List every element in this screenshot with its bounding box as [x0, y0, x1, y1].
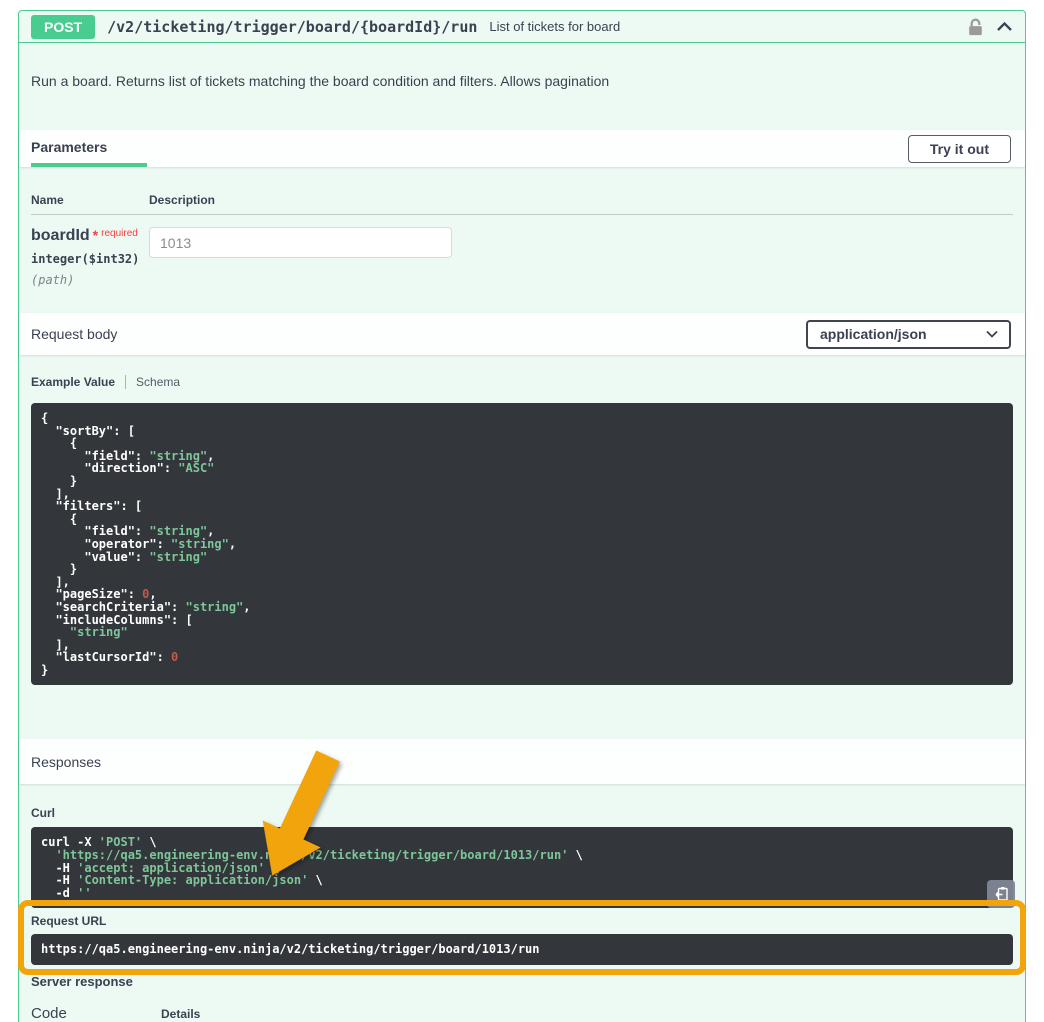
table-row: boardId*required integer($int32) (path): [31, 215, 1013, 287]
parameters-section-header: Parameters Try it out: [19, 130, 1025, 167]
tab-schema[interactable]: Schema: [136, 375, 180, 389]
server-response-label: Server response: [31, 974, 1013, 989]
request-body-title: Request body: [31, 326, 117, 342]
curl-label: Curl: [31, 806, 1013, 820]
column-header-details: Details: [161, 1007, 200, 1021]
endpoint-path[interactable]: /v2/ticketing/trigger/board/{boardId}/ru…: [107, 18, 477, 36]
parameters-title: Parameters: [31, 139, 107, 155]
param-location: (path): [31, 273, 149, 287]
column-header-code: Code: [31, 1005, 161, 1022]
copy-to-clipboard-icon[interactable]: [987, 880, 1015, 908]
responses-title: Responses: [31, 754, 101, 770]
media-type-selected: application/json: [820, 326, 927, 342]
parameters-table: Name Description boardId*required intege…: [19, 167, 1025, 313]
operation-description: Run a board. Returns list of tickets mat…: [19, 43, 1025, 130]
request-body-editor: Example Value Schema { "sortBy": [ { "fi…: [19, 355, 1025, 739]
curl-wrap: curl -X 'POST' \ 'https://qa5.engineerin…: [31, 827, 1013, 908]
try-it-out-button[interactable]: Try it out: [908, 135, 1011, 163]
boardid-input[interactable]: [149, 227, 452, 258]
param-name: boardId: [31, 227, 90, 244]
curl-command-code: curl -X 'POST' \ 'https://qa5.engineerin…: [31, 827, 1013, 908]
media-type-select[interactable]: application/json: [806, 320, 1011, 349]
responses-section-header: Responses: [19, 739, 1025, 784]
operation-block-post: POST /v2/ticketing/trigger/board/{boardI…: [18, 10, 1026, 1022]
column-header-name: Name: [31, 193, 149, 207]
required-star: *: [93, 227, 98, 243]
request-body-section-header: Request body application/json: [19, 313, 1025, 355]
tab-example-value[interactable]: Example Value: [31, 375, 115, 389]
auth-unlocked-padlock-icon[interactable]: [967, 17, 984, 37]
example-value-code: { "sortBy": [ { "field": "string", "dire…: [31, 403, 1013, 685]
param-name-cell: boardId*required integer($int32) (path): [31, 227, 149, 287]
request-url-value: https://qa5.engineering-env.ninja/v2/tic…: [31, 934, 1013, 965]
method-badge: POST: [31, 15, 95, 39]
responses-content: Curl curl -X 'POST' \ 'https://qa5.engin…: [19, 784, 1025, 1022]
chevron-down-icon: [986, 330, 998, 338]
required-label: required: [101, 228, 138, 239]
model-example-tabs: Example Value Schema: [31, 374, 1013, 390]
param-description-cell: [149, 227, 452, 287]
param-type: integer($int32): [31, 252, 149, 266]
column-header-description: Description: [149, 193, 215, 207]
tab-parameters[interactable]: Parameters: [31, 130, 147, 167]
parameters-table-head: Name Description: [31, 167, 1013, 215]
operation-header[interactable]: POST /v2/ticketing/trigger/board/{boardI…: [19, 11, 1025, 43]
collapse-chevron-up-icon[interactable]: [996, 21, 1013, 32]
endpoint-summary: List of tickets for board: [489, 19, 620, 34]
server-response-table-head: Code Details: [31, 1005, 1013, 1022]
request-url-label: Request URL: [31, 914, 1013, 928]
tab-divider: [125, 375, 126, 389]
